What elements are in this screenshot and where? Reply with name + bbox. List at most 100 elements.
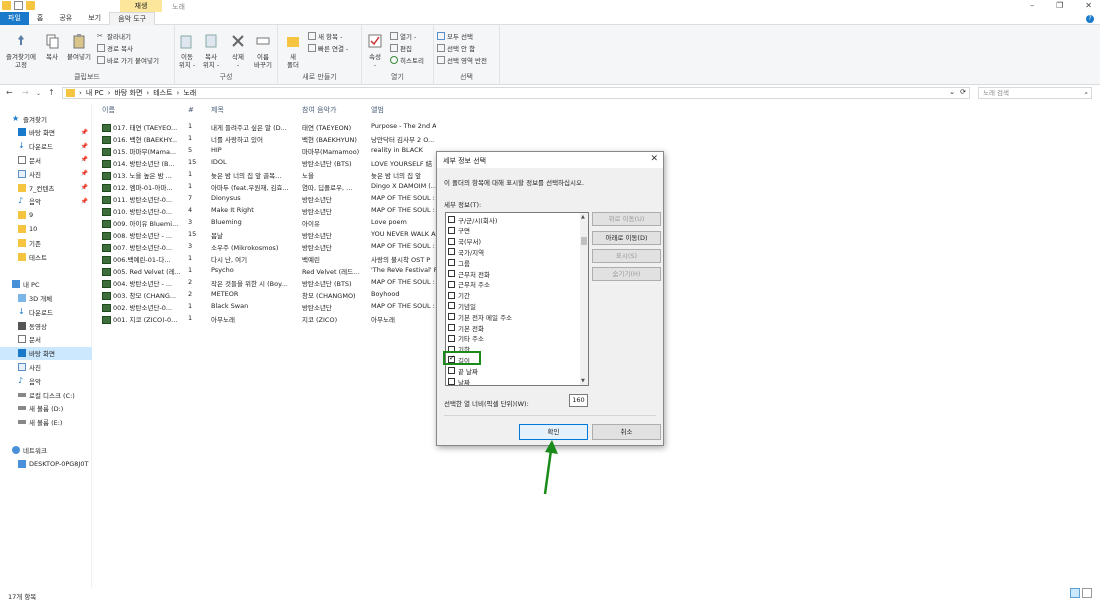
show-button[interactable]: 표시(S) xyxy=(592,249,661,263)
file-row[interactable]: 017. 태연 (TAEYEO... 1 내게 들려주고 싶은 말 (D... 태연 … xyxy=(96,121,436,133)
delete-button[interactable]: 삭제 - xyxy=(227,33,249,69)
new-folder-icon[interactable] xyxy=(26,1,35,10)
tab-music-tools[interactable]: 음악 도구 xyxy=(109,12,156,25)
checkbox[interactable] xyxy=(448,367,455,375)
detail-option[interactable]: 기념일 xyxy=(448,300,476,311)
nav-item[interactable]: 새 볼륨 (D:) xyxy=(0,402,92,415)
nav-item[interactable]: 로컬 디스크 (C:) xyxy=(0,388,92,401)
checkbox[interactable] xyxy=(448,324,455,331)
column-header-title[interactable]: 제목 xyxy=(211,104,224,116)
close-icon[interactable]: ✕ xyxy=(1085,1,1092,10)
move-to-button[interactable]: 이동 위치 - xyxy=(177,33,197,69)
file-row[interactable]: 007. 방탄소년단-0... 3 소우주 (Mikrokosmos) 방탄소년단 MA… xyxy=(96,241,436,253)
file-row[interactable]: 012. 엠마-01-아마... 1 아마두 (feat.우원재, 김효... 염따,… xyxy=(96,181,436,193)
nav-item[interactable]: 사진 📌 xyxy=(0,167,92,180)
detail-option[interactable]: 근무처 주소 xyxy=(448,279,490,290)
move-down-button[interactable]: 아래로 이동(D) xyxy=(592,231,661,245)
properties-button[interactable]: 속성 - xyxy=(365,33,385,69)
pin-button[interactable]: 즐겨찾기에 고정 xyxy=(3,33,39,69)
paste-shortcut-button[interactable]: 바로 가기 붙여넣기 xyxy=(97,55,159,65)
back-arrow-icon[interactable]: ← xyxy=(6,88,13,97)
nav-item[interactable]: 사진 xyxy=(0,360,92,373)
nav-item[interactable]: ↓ 다운로드 xyxy=(0,305,92,318)
file-row[interactable]: 013. 노을 높은 밤 ... 1 늦은 밤 너의 집 앞 골목... 노을 늦은 밤… xyxy=(96,169,436,181)
open-button[interactable]: 열기 - xyxy=(390,31,416,41)
checkbox[interactable] xyxy=(448,259,455,267)
nav-item[interactable]: 10 xyxy=(0,222,92,235)
nav-item[interactable]: 기존 xyxy=(0,236,92,249)
detail-option[interactable]: 기간 xyxy=(448,290,470,301)
file-row[interactable]: 015. 마마무(Mama... 5 HIP 마마무(Mamamoo) reality … xyxy=(96,145,436,157)
checkbox[interactable] xyxy=(448,248,455,256)
folder-icon[interactable] xyxy=(2,1,11,10)
forward-arrow-icon[interactable]: → xyxy=(22,88,29,97)
hide-button[interactable]: 숨기기(H) xyxy=(592,267,661,281)
address-input[interactable]: › 내 PC › 바탕 화면 › 테스트 › 노래 ⌄ ⟳ xyxy=(62,87,970,99)
nav-item[interactable]: ♪ 음악 📌 xyxy=(0,195,92,208)
tab-file[interactable]: 파일 xyxy=(0,12,29,25)
cancel-button[interactable]: 취소 xyxy=(592,424,661,440)
new-folder-button[interactable]: 새 폴더 xyxy=(283,33,303,69)
chevron-right-icon[interactable]: › xyxy=(146,89,149,97)
checkbox[interactable] xyxy=(448,378,455,385)
breadcrumb-test[interactable]: 테스트 xyxy=(153,88,172,98)
select-none-button[interactable]: 선택 안 함 xyxy=(437,43,475,53)
scroll-down-icon[interactable]: ▼ xyxy=(581,378,585,384)
nav-item[interactable]: DESKTOP-0PG8J0T xyxy=(0,457,92,470)
refresh-icon[interactable]: ⟳ xyxy=(960,88,966,96)
paste-button[interactable]: 붙여넣기 xyxy=(64,33,94,61)
checkbox[interactable] xyxy=(448,237,455,245)
detail-option[interactable]: 기본 전화 xyxy=(448,322,484,333)
file-row[interactable]: 014. 방탄소년단 (B... 15 IDOL 방탄소년단 (BTS) LOVE YO… xyxy=(96,157,436,169)
up-arrow-icon[interactable]: ↑ xyxy=(48,88,55,97)
checkbox[interactable] xyxy=(448,313,455,321)
easy-access-button[interactable]: 빠른 연결 - xyxy=(308,43,348,53)
edit-button[interactable]: 편집 xyxy=(390,43,412,53)
detail-option[interactable]: 구/군/시(회사) xyxy=(448,214,497,225)
nav-item[interactable]: 테스트 xyxy=(0,250,92,263)
detail-option[interactable]: 끝 날짜 xyxy=(448,365,478,376)
detail-option[interactable]: 구면 xyxy=(448,225,470,236)
checkbox[interactable] xyxy=(448,216,455,223)
context-tab-play[interactable]: 재생 xyxy=(120,0,162,12)
breadcrumb-songs[interactable]: 노래 xyxy=(183,88,196,98)
detail-option[interactable]: 날짜 xyxy=(448,376,470,385)
checkbox[interactable] xyxy=(448,334,455,342)
select-all-button[interactable]: 모두 선택 xyxy=(437,31,473,41)
detail-option[interactable]: 기본 전자 메일 주소 xyxy=(448,311,512,322)
file-row[interactable]: 003. 창모 (CHANG... 2 METEOR 창모 (CHANGMO) Boyh… xyxy=(96,289,436,301)
nav-item[interactable]: 동영상 xyxy=(0,319,92,332)
maximize-icon[interactable]: ❐ xyxy=(1056,1,1063,10)
checkbox[interactable] xyxy=(448,302,455,310)
new-item-button[interactable]: 새 항목 - xyxy=(308,31,342,41)
scroll-up-icon[interactable]: ▲ xyxy=(581,214,585,220)
nav-item[interactable]: ♪ 음악 xyxy=(0,374,92,387)
nav-item[interactable]: 네트워크 xyxy=(0,443,92,456)
chevron-right-icon[interactable]: › xyxy=(108,89,111,97)
nav-item[interactable]: 내 PC xyxy=(0,278,92,291)
checkbox[interactable] xyxy=(448,291,455,299)
copy-button[interactable]: 복사 xyxy=(42,33,62,61)
file-row[interactable]: 009. 아이유 Bluemi... 3 Blueming 아이유 Love poem xyxy=(96,217,436,229)
large-icons-view-icon[interactable] xyxy=(1082,588,1092,598)
minimize-icon[interactable]: – xyxy=(1030,1,1034,10)
address-dropdown-icon[interactable]: ⌄ xyxy=(949,88,955,96)
checkbox[interactable] xyxy=(448,270,455,277)
move-up-button[interactable]: 위로 이동(U) xyxy=(592,212,661,226)
checkbox[interactable] xyxy=(448,226,455,234)
file-row[interactable]: 016. 백현 (BAEKHY... 1 너를 사랑하고 있어 백현 (BAEKHYU… xyxy=(96,133,436,145)
nav-item[interactable]: 바탕 화면 xyxy=(0,346,92,360)
column-width-input[interactable]: 160 xyxy=(569,394,588,407)
history-button[interactable]: 히스토리 xyxy=(390,55,424,65)
properties-icon[interactable] xyxy=(14,1,23,10)
copy-path-button[interactable]: 경로 복사 xyxy=(97,43,133,53)
detail-option[interactable]: 기타 주소 xyxy=(448,333,484,344)
nav-item[interactable]: 새 볼륨 (E:) xyxy=(0,416,92,429)
file-row[interactable]: 001. 지코 (ZICO)-0... 1 아무노래 지코 (ZICO) 아무노래 xyxy=(96,313,436,325)
file-row[interactable]: 004. 방탄소년단 - ... 2 작은 것들을 위한 시 (Boy... 방탄소년… xyxy=(96,277,436,289)
help-icon[interactable]: ? xyxy=(1086,15,1094,23)
file-row[interactable]: 002. 방탄소년단-0... 1 Black Swan 방탄소년단 MAP OF TH… xyxy=(96,301,436,313)
close-icon[interactable]: ✕ xyxy=(650,154,658,164)
ok-button[interactable]: 확인 xyxy=(519,424,588,440)
nav-item[interactable]: 7_컨텐츠 📌 xyxy=(0,181,92,194)
